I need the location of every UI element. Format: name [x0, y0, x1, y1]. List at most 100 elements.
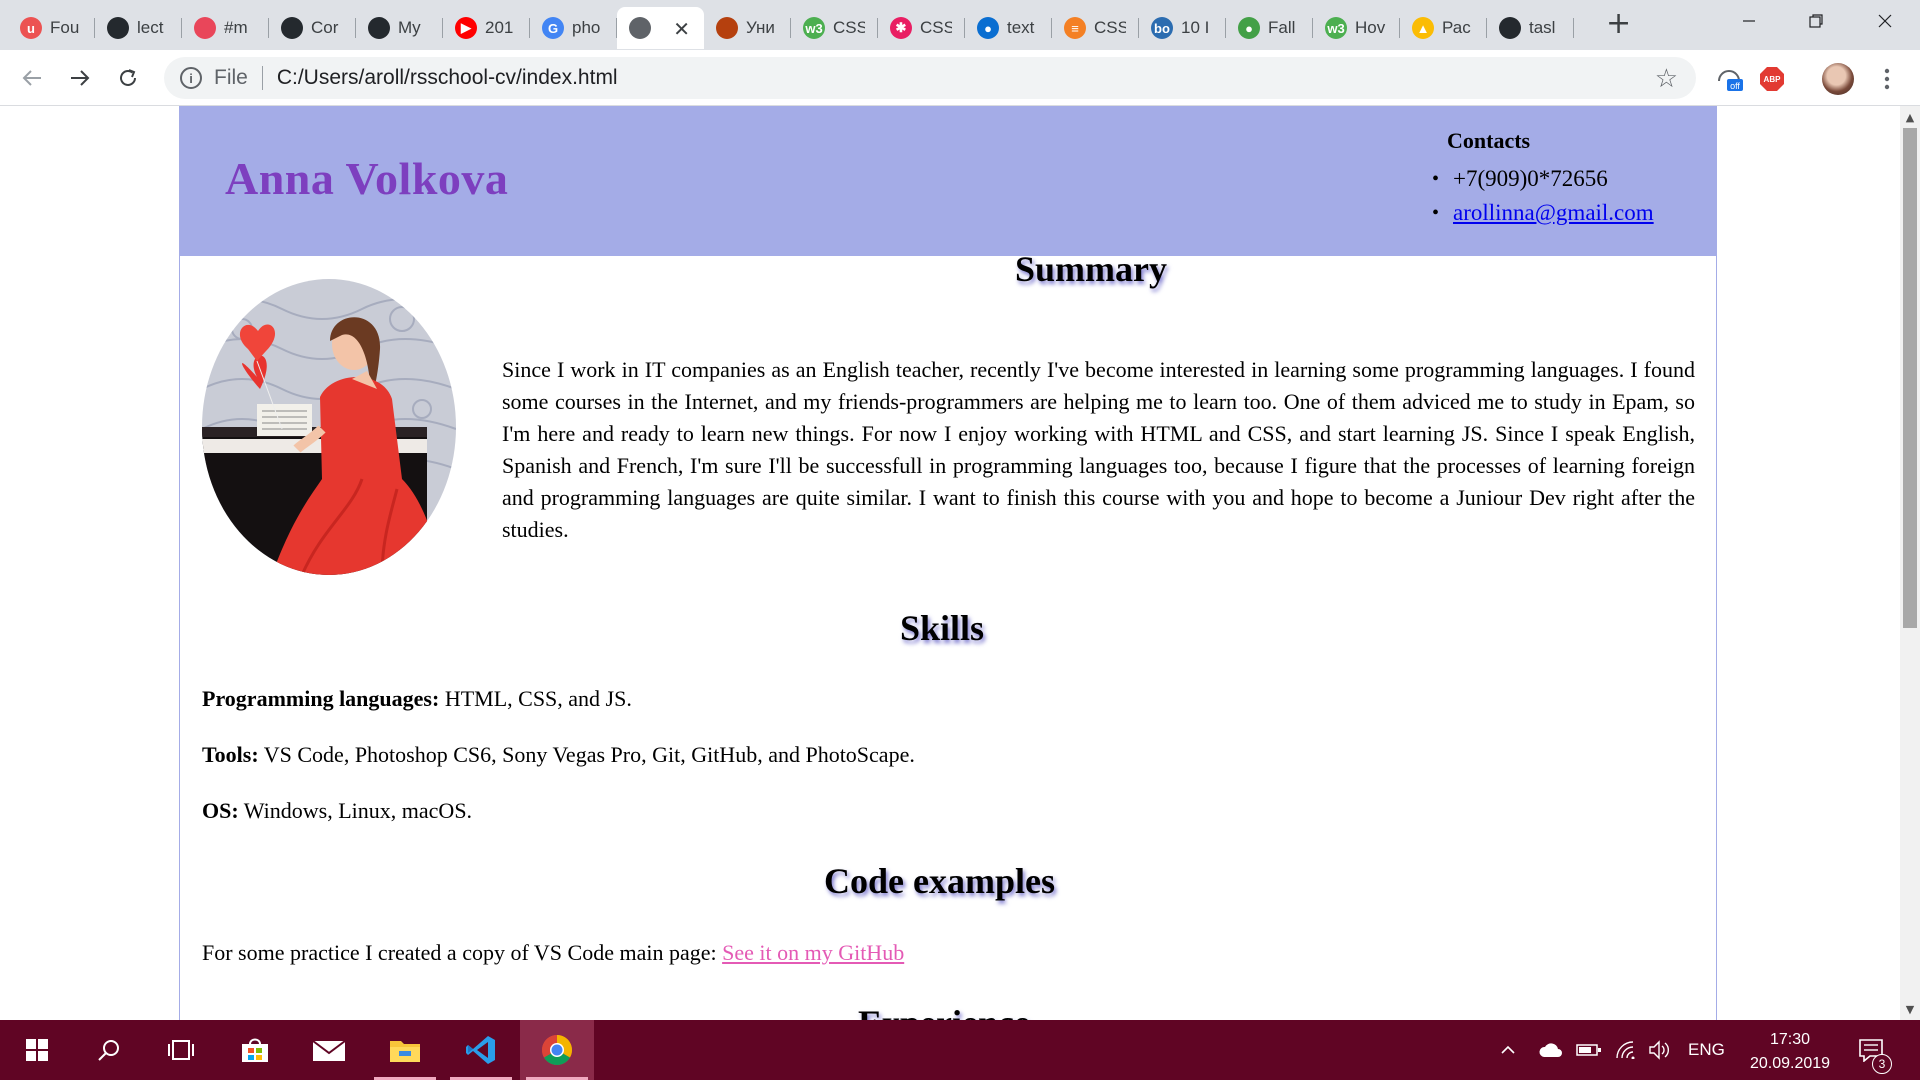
page-viewport: Anna Volkova Contacts +7(909)0*72656 aro… [0, 106, 1900, 1020]
contact-list: +7(909)0*72656 arollinna@gmail.com [1432, 162, 1654, 230]
onedrive-tray[interactable] [1538, 1020, 1564, 1080]
task-view-button[interactable] [144, 1020, 218, 1080]
skill-label: OS: [202, 798, 239, 823]
close-icon [1878, 14, 1892, 28]
reload-icon [120, 69, 136, 86]
contact-phone: +7(909)0*72656 [1432, 162, 1654, 196]
browser-tab[interactable]: Cor [269, 7, 356, 49]
skill-value: HTML, CSS, and JS. [439, 686, 632, 711]
skills-heading: Skills [900, 608, 985, 648]
url-text[interactable]: C:/Users/aroll/rsschool-cv/index.html [277, 66, 618, 90]
email-link[interactable]: arollinna@gmail.com [1453, 200, 1654, 226]
browser-tab-title: Рас [1442, 18, 1471, 37]
skill-value: Windows, Linux, macOS. [238, 798, 473, 823]
restore-button[interactable] [1793, 6, 1839, 36]
input-language-indicator[interactable]: ENG [1688, 1020, 1725, 1080]
scroll-up-arrow-icon[interactable]: ▲ [1900, 108, 1920, 126]
clock-time: 17:30 [1769, 1031, 1811, 1048]
browser-tab-title: tasl [1529, 18, 1556, 37]
browser-tab[interactable]: ▶ 201 [443, 7, 530, 49]
system-clock[interactable]: 17:30 20.09.2019 [1735, 1028, 1845, 1076]
back-button[interactable] [14, 60, 50, 96]
chrome-app[interactable] [520, 1020, 594, 1080]
close-window-button[interactable] [1862, 6, 1908, 36]
store-app[interactable] [218, 1020, 292, 1080]
skill-value: VS Code, Photoshop CS6, Sony Vegas Pro, … [258, 742, 915, 767]
reload-button[interactable] [110, 60, 146, 96]
search-icon [98, 1040, 119, 1061]
browser-tab[interactable]: #m [182, 7, 269, 49]
skill-label: Tools: [202, 742, 259, 767]
new-tab-button[interactable]: + [1606, 9, 1631, 39]
browser-tab[interactable]: ≡ CSS [1052, 7, 1139, 49]
tab-list: u Fou lect #m Cor My ▶ 201 Gpho ✕ Уни w3 CSS ✱ CSS ● tex… [8, 7, 1574, 49]
adblock-icon: ABP [1760, 67, 1784, 91]
scroll-thumb[interactable] [1903, 128, 1917, 628]
browser-menu-button[interactable] [1872, 64, 1902, 94]
github-icon [368, 17, 390, 39]
browser-tab[interactable]: w3 Hov [1313, 7, 1400, 49]
battery-tray[interactable] [1576, 1020, 1602, 1080]
browser-tab-title: Уни [746, 18, 775, 37]
leaf-icon: ● [1238, 17, 1260, 39]
skill-os: OS: Windows, Linux, macOS. [202, 798, 472, 824]
browser-tab[interactable]: My [356, 7, 443, 49]
browser-tab[interactable]: u Fou [8, 7, 95, 49]
vscode-icon [466, 1036, 495, 1064]
github-icon [1499, 17, 1521, 39]
bookmark-star-icon[interactable]: ☆ [1655, 63, 1678, 94]
browser-tab-title: pho [572, 18, 601, 37]
cv-name: Anna Volkova [225, 153, 509, 204]
browser-tab-title: Fall [1268, 18, 1296, 37]
browser-tab[interactable]: w3 CSS [791, 7, 878, 49]
volume-tray[interactable] [1648, 1020, 1672, 1080]
summary-heading: Summary [1015, 249, 1167, 289]
browser-tab[interactable]: Gpho [530, 7, 617, 49]
show-hidden-icons-button[interactable] [1500, 1020, 1516, 1080]
adblock-badge: ABP [1764, 75, 1782, 84]
w3schools-icon: w3 [803, 17, 825, 39]
browser-tab[interactable]: ✱ CSS [878, 7, 965, 49]
start-button[interactable] [0, 1020, 74, 1080]
profile-avatar[interactable] [1822, 63, 1854, 95]
browser-tab[interactable]: Уни [704, 7, 791, 49]
browser-tab[interactable]: ● text [965, 7, 1052, 49]
info-icon[interactable]: i [180, 67, 202, 89]
browser-tab[interactable]: ● Fall [1226, 7, 1313, 49]
skill-programming-languages: Programming languages: HTML, CSS, and JS… [202, 686, 632, 712]
address-bar[interactable]: i File C:/Users/aroll/rsschool-cv/index.… [164, 57, 1696, 99]
github-icon [281, 17, 303, 39]
drop-icon: ● [977, 17, 999, 39]
close-tab-icon[interactable]: ✕ [673, 17, 690, 42]
browser-tab[interactable]: ✕ [617, 7, 704, 49]
browser-tab[interactable]: ▲ Рас [1400, 7, 1487, 49]
scroll-down-arrow-icon[interactable]: ▼ [1900, 1000, 1920, 1018]
browser-tab[interactable]: bo 10 I [1139, 7, 1226, 49]
scheme-label: File [214, 66, 248, 89]
bo-icon: bo [1151, 17, 1173, 39]
minimize-button[interactable] [1726, 6, 1772, 36]
mail-app[interactable] [292, 1020, 366, 1080]
forward-button[interactable] [62, 60, 98, 96]
page-scrollbar[interactable]: ▲ ▼ [1900, 106, 1920, 1020]
browser-tab-title: My [398, 18, 421, 37]
skill-tools: Tools: VS Code, Photoshop CS6, Sony Vega… [202, 742, 915, 768]
windows-taskbar: ENG 17:30 20.09.2019 3 [0, 1020, 1920, 1080]
adblock-extension-button[interactable]: ABP [1757, 64, 1787, 94]
browser-tab[interactable]: tasl [1487, 7, 1574, 49]
site-icon [716, 17, 738, 39]
vscode-app[interactable] [444, 1020, 518, 1080]
experience-heading: Experience [858, 1002, 1030, 1020]
cloud-icon [1539, 1043, 1562, 1057]
udemy-icon: u [20, 17, 42, 39]
search-button[interactable] [72, 1020, 146, 1080]
browser-tab[interactable]: lect [95, 7, 182, 49]
browser-tab-title: lect [137, 18, 164, 37]
globe-icon [629, 17, 651, 39]
browser-tab-title: Cor [311, 18, 339, 37]
network-tray[interactable] [1616, 1020, 1638, 1080]
vpn-badge: off [1730, 81, 1740, 91]
file-explorer-app[interactable] [368, 1020, 442, 1080]
vpn-extension-button[interactable]: off [1714, 64, 1744, 94]
github-link[interactable]: See it on my GitHub [722, 940, 904, 965]
